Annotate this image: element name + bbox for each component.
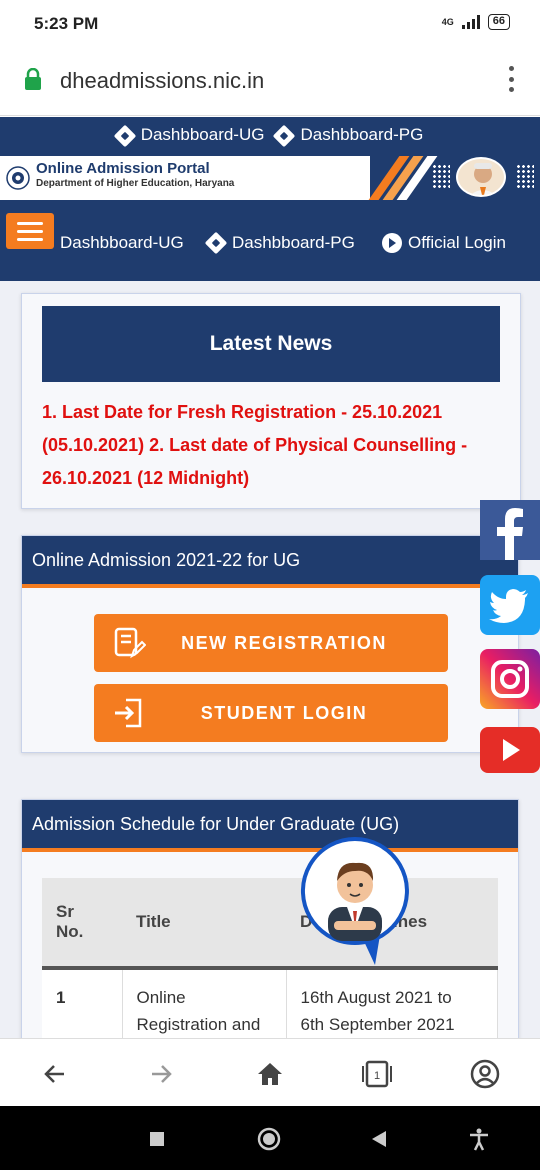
back-button-icon[interactable] [366, 1126, 392, 1152]
main-nav: Dashbboard-UG Dashbboard-PG Official Log… [0, 203, 540, 281]
tabs-icon[interactable]: 1 [360, 1057, 394, 1091]
column-header-title: Title [122, 878, 286, 970]
row-sr: 1 [42, 968, 123, 1038]
instagram-icon[interactable] [480, 649, 540, 709]
battery-icon: 66 [487, 14, 510, 30]
forward-arrow-icon[interactable] [144, 1057, 178, 1091]
ug-admission-heading: Online Admission 2021-22 for UG [22, 536, 518, 588]
accessibility-icon[interactable] [466, 1126, 492, 1152]
youtube-icon[interactable] [480, 727, 540, 773]
more-options-icon[interactable] [508, 66, 514, 92]
account-icon[interactable] [468, 1057, 502, 1091]
url-text[interactable]: dheadmissions.nic.in [60, 68, 264, 94]
table-header-row: Sr No. Title Dlines [42, 878, 498, 970]
nav-dashboard-pg[interactable]: Dashbboard-PG [204, 231, 355, 255]
row-dates: 16th August 2021 to 6th September 2021 [286, 968, 498, 1038]
top-nav-dashboard-ug[interactable]: Dashbboard-UG [113, 124, 264, 147]
chief-minister-photo [456, 157, 506, 197]
haryana-emblem-icon [6, 166, 30, 190]
status-icons: 4G 66 [442, 14, 510, 30]
admission-schedule-card: Admission Schedule for Under Graduate (U… [21, 799, 519, 1038]
latest-news-card: Latest News 1. Last Date for Fresh Regis… [21, 293, 521, 509]
home-icon[interactable] [253, 1057, 287, 1091]
new-registration-button[interactable]: NEW REGISTRATION [94, 614, 448, 672]
status-time: 5:23 PM [34, 14, 99, 33]
ug-admission-card: Online Admission 2021-22 for UG NEW REGI… [21, 535, 519, 753]
lock-icon [25, 68, 41, 90]
signal-icon [461, 15, 480, 29]
portal-title: Online Admission Portal [36, 160, 210, 177]
admission-schedule-heading: Admission Schedule for Under Graduate (U… [22, 800, 518, 852]
status-bar: 5:23 PM 4G 66 [0, 0, 540, 48]
diamond-icon [273, 124, 296, 147]
facebook-icon[interactable] [480, 500, 540, 560]
back-arrow-icon[interactable] [38, 1057, 72, 1091]
portal-header: Online Admission Portal Department of Hi… [0, 153, 540, 203]
browser-url-bar[interactable]: dheadmissions.nic.in [0, 48, 540, 116]
column-header-sr: Sr No. [42, 878, 122, 970]
student-login-button[interactable]: STUDENT LOGIN [94, 684, 448, 742]
diamond-icon [204, 231, 228, 255]
latest-news-text[interactable]: 1. Last Date for Fresh Registration - 25… [42, 396, 502, 495]
diamond-icon [113, 124, 137, 147]
login-icon [115, 698, 142, 728]
page-content: Dashbboard-UG Dashbboard-PG Online Admis… [0, 117, 540, 1038]
network-type: 4G [441, 17, 454, 27]
table-row: 1 Online Registration and 16th August 202… [42, 968, 498, 1038]
header-banner [368, 156, 540, 200]
nav-dashboard-ug[interactable]: Dashbboard-UG [60, 233, 184, 253]
nav-official-login[interactable]: Official Login [382, 233, 506, 253]
portal-subtitle: Department of Higher Education, Haryana [36, 178, 235, 189]
recents-icon[interactable] [144, 1126, 170, 1152]
latest-news-heading: Latest News [42, 306, 500, 382]
twitter-icon[interactable] [480, 575, 540, 635]
browser-toolbar: 1 [0, 1038, 540, 1106]
menu-icon[interactable] [6, 213, 54, 249]
home-button-icon[interactable] [256, 1126, 282, 1152]
android-nav-bar [0, 1106, 540, 1170]
registration-form-icon [114, 627, 146, 659]
row-title: Online Registration and [122, 968, 287, 1038]
top-nav-dashboard-pg[interactable]: Dashbboard-PG [273, 124, 423, 147]
login-arrow-icon [382, 233, 402, 253]
chat-assistant-icon[interactable] [300, 837, 410, 967]
top-nav: Dashbboard-UG Dashbboard-PG [0, 117, 540, 153]
svg-text:1: 1 [374, 1070, 380, 1082]
schedule-table: Sr No. Title Dlines 1 Online Registration … [42, 878, 498, 1038]
